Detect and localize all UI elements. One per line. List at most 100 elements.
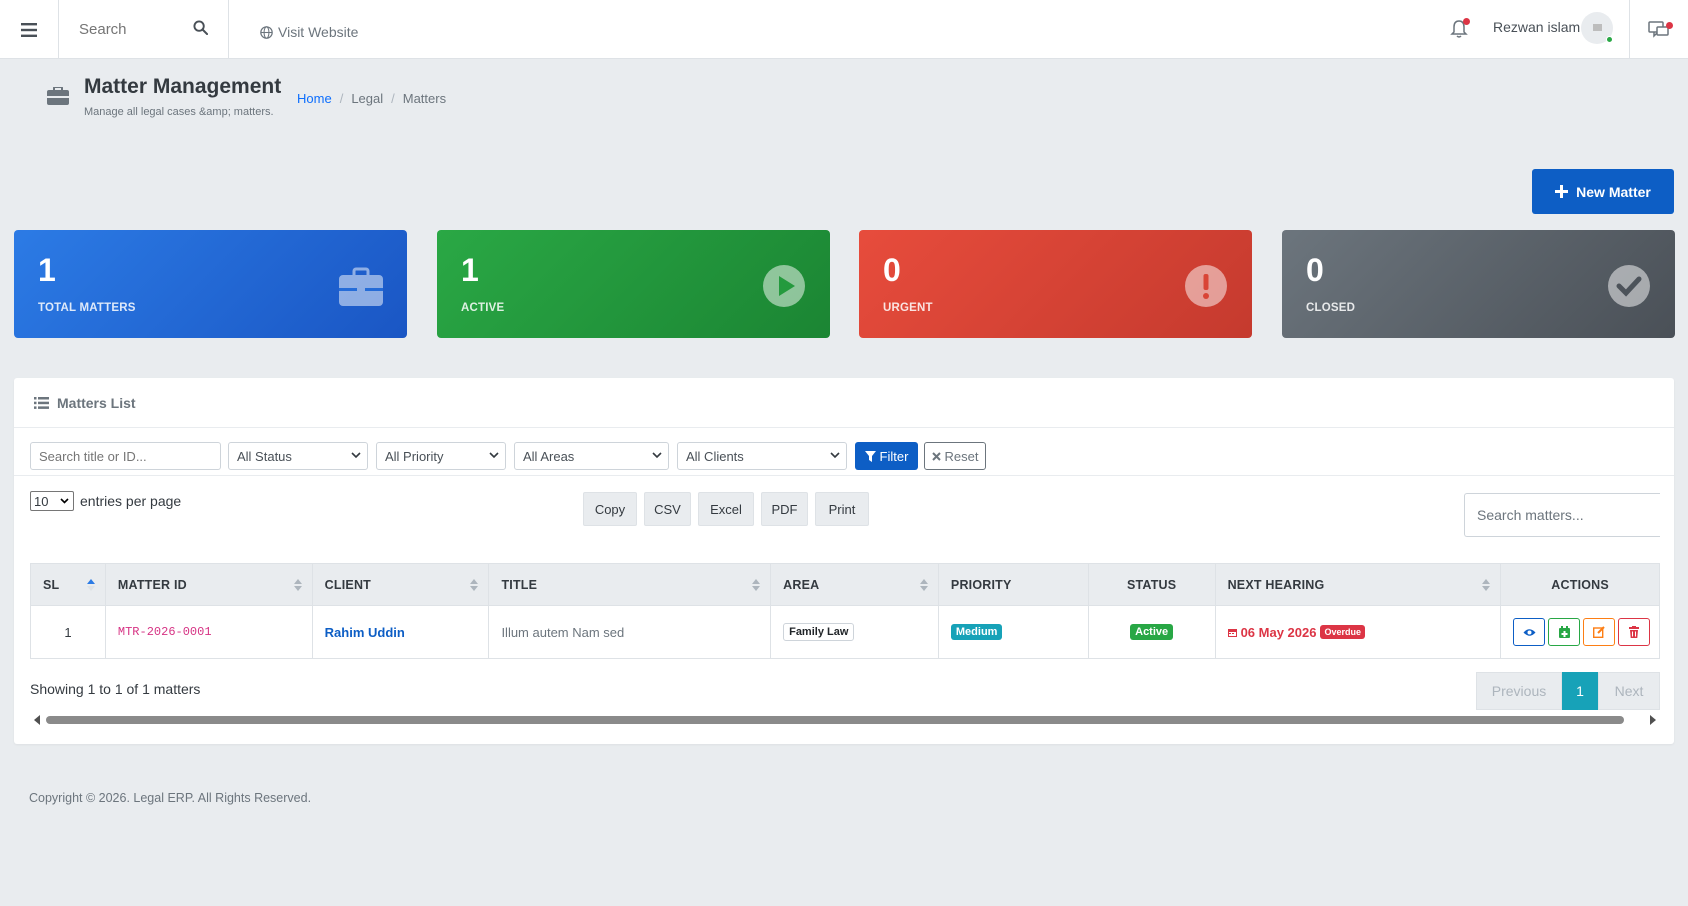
- column-label: TITLE: [501, 577, 538, 592]
- matters-table: SL MATTER ID CLIENT TITLE AREA PRIORITY: [30, 563, 1660, 659]
- play-icon: [763, 265, 805, 307]
- visit-website-link[interactable]: Visit Website: [260, 24, 358, 40]
- top-navbar: Visit Website Rezwan islam: [0, 0, 1688, 59]
- sort-asc-icon: [86, 579, 95, 591]
- view-button[interactable]: [1513, 618, 1546, 646]
- table-search-input[interactable]: Search matters...: [1464, 493, 1660, 537]
- page-1-button[interactable]: 1: [1562, 672, 1598, 710]
- search-icon[interactable]: [193, 20, 208, 35]
- breadcrumb-separator: /: [339, 91, 344, 106]
- cell-actions: [1501, 606, 1659, 658]
- csv-button[interactable]: CSV: [644, 492, 691, 526]
- scroll-right-icon: [1650, 715, 1656, 725]
- reset-button[interactable]: Reset: [924, 442, 986, 470]
- breadcrumb-home[interactable]: Home: [297, 91, 332, 106]
- area-select[interactable]: All Areas: [514, 442, 669, 470]
- scrollbar-thumb[interactable]: [46, 716, 1624, 724]
- column-label: SL: [43, 577, 60, 592]
- new-matter-button[interactable]: New Matter: [1532, 169, 1674, 214]
- column-label: MATTER ID: [117, 577, 187, 592]
- column-title[interactable]: TITLE: [489, 564, 772, 605]
- delete-button[interactable]: [1618, 618, 1651, 646]
- chevron-down-icon: [351, 452, 361, 459]
- entries-label: entries per page: [80, 493, 182, 509]
- client-select[interactable]: All Clients: [677, 442, 847, 470]
- pdf-button[interactable]: PDF: [761, 492, 808, 526]
- matter-id-value: MTR-2026-0001: [117, 625, 212, 639]
- stat-value: 0: [1306, 252, 1324, 288]
- trash-icon: [1629, 626, 1640, 638]
- priority-badge: Medium: [950, 624, 1003, 640]
- sort-icon: [470, 579, 479, 591]
- previous-page-button[interactable]: Previous: [1476, 672, 1562, 710]
- column-area[interactable]: AREA: [771, 564, 939, 605]
- column-label: ACTIONS: [1551, 577, 1609, 592]
- table-info: Showing 1 to 1 of 1 matters: [30, 681, 201, 697]
- breadcrumb: Home / Legal / Matters: [297, 91, 446, 106]
- client-select-value: All Clients: [686, 448, 744, 464]
- horizontal-scrollbar[interactable]: [30, 713, 1660, 725]
- column-client[interactable]: CLIENT: [313, 564, 490, 605]
- close-icon: [931, 451, 941, 461]
- copy-button[interactable]: Copy: [583, 492, 637, 526]
- sort-icon: [1482, 579, 1491, 591]
- stat-label: TOTAL MATTERS: [38, 302, 136, 314]
- breadcrumb-legal[interactable]: Legal: [351, 91, 383, 106]
- overdue-badge: Overdue: [1320, 625, 1365, 639]
- briefcase-icon: [339, 267, 383, 306]
- chevron-down-icon: [489, 452, 499, 459]
- check-icon: [1608, 265, 1650, 307]
- column-actions: ACTIONS: [1501, 564, 1659, 605]
- breadcrumb-separator: /: [391, 91, 395, 106]
- column-matter-id[interactable]: MATTER ID: [106, 564, 313, 605]
- online-status-dot: [1606, 36, 1613, 43]
- stat-card-active: 1 ACTIVE: [437, 230, 830, 338]
- global-search-input[interactable]: [79, 21, 189, 38]
- cell-matter-id: MTR-2026-0001: [106, 606, 313, 658]
- filter-bar: All Status All Priority All Areas All Cl…: [14, 428, 1674, 476]
- filter-button[interactable]: Filter: [855, 442, 918, 470]
- priority-select-value: All Priority: [385, 448, 444, 464]
- messages-button[interactable]: [1629, 0, 1688, 59]
- stat-value: 1: [38, 252, 56, 288]
- stat-label: ACTIVE: [461, 302, 505, 314]
- entries-select-value: 10: [34, 493, 49, 509]
- list-icon: [34, 396, 49, 409]
- notification-dot: [1463, 18, 1470, 25]
- sort-icon: [919, 579, 928, 591]
- chevron-down-icon: [830, 452, 840, 459]
- sort-icon: [293, 579, 302, 591]
- cell-sl: 1: [31, 606, 106, 658]
- sort-icon: [752, 579, 761, 591]
- notifications-button[interactable]: [1450, 18, 1470, 42]
- reset-button-label: Reset: [944, 448, 979, 464]
- panel-title: Matters List: [57, 394, 136, 411]
- pagination: Previous 1 Next: [1476, 672, 1660, 710]
- client-link[interactable]: Rahim Uddin: [325, 625, 405, 640]
- user-name[interactable]: Rezwan islam: [1493, 19, 1580, 35]
- next-page-button[interactable]: Next: [1598, 672, 1660, 710]
- status-select-value: All Status: [237, 448, 292, 464]
- print-button[interactable]: Print: [815, 492, 869, 526]
- exclamation-icon: [1185, 265, 1227, 307]
- status-select[interactable]: All Status: [228, 442, 368, 470]
- column-sl[interactable]: SL: [31, 564, 106, 605]
- column-next-hearing[interactable]: NEXT HEARING: [1216, 564, 1502, 605]
- breadcrumb-matters: Matters: [402, 91, 447, 106]
- stat-label: URGENT: [883, 302, 933, 314]
- priority-select[interactable]: All Priority: [376, 442, 506, 470]
- menu-toggle-button[interactable]: [0, 0, 59, 59]
- avatar[interactable]: [1581, 12, 1613, 44]
- sl-value: 1: [64, 624, 72, 640]
- excel-button[interactable]: Excel: [698, 492, 754, 526]
- column-priority: PRIORITY: [939, 564, 1089, 605]
- column-label: AREA: [783, 577, 820, 592]
- stat-value: 1: [461, 252, 479, 288]
- stat-card-closed: 0 CLOSED: [1282, 230, 1675, 338]
- edit-button[interactable]: [1583, 618, 1616, 646]
- message-dot: [1666, 22, 1673, 29]
- cell-area: Family Law: [771, 606, 939, 658]
- entries-select[interactable]: 10: [30, 491, 74, 511]
- filter-search-input[interactable]: [30, 442, 221, 470]
- add-hearing-button[interactable]: [1548, 618, 1581, 646]
